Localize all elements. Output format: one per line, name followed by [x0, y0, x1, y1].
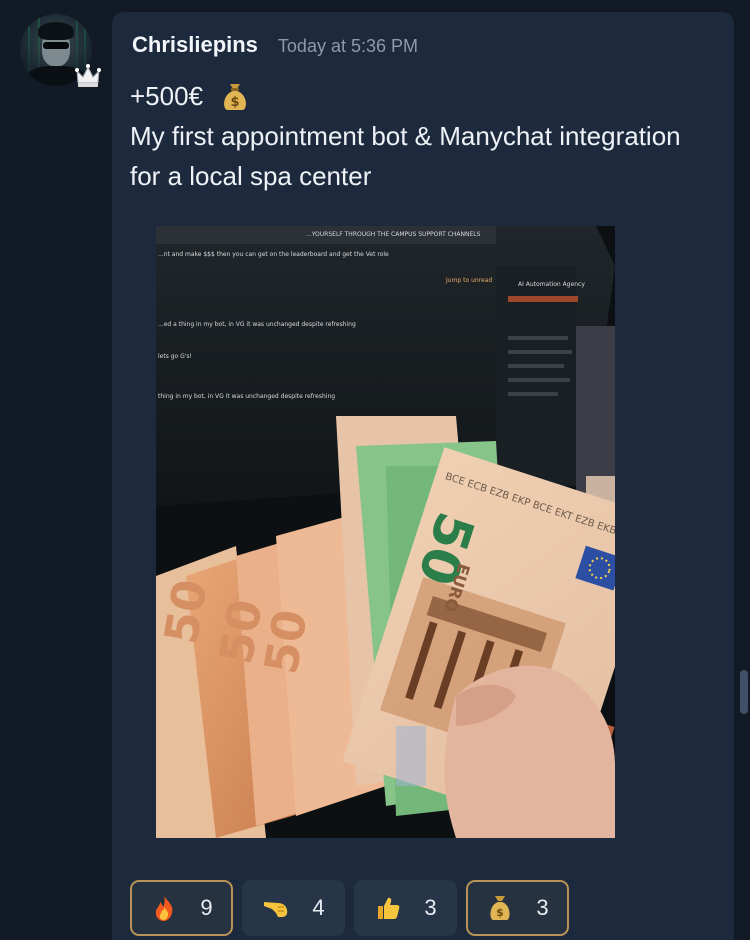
thumbs-up-icon: [374, 894, 402, 922]
message-body: +500€ $ My first appointment bot & Manyc…: [130, 76, 690, 196]
reaction-saluting[interactable]: 4: [242, 880, 345, 936]
message-header: Chrisliepins Today at 5:36 PM: [132, 32, 418, 58]
svg-text:$: $: [497, 906, 505, 919]
reaction-money-bag[interactable]: $ 3: [466, 880, 569, 936]
earnings-amount: +500€: [130, 81, 204, 111]
svg-text:50: 50: [156, 575, 218, 647]
screen-line-3: ...ed a thing in my bot, in VG it was un…: [158, 321, 356, 328]
screen-line-4: lets go G's!: [158, 353, 192, 360]
money-photo-illustration: ...YOURSELF THROUGH THE CAMPUS SUPPORT C…: [156, 226, 615, 838]
reaction-count-money-bag: 3: [536, 895, 549, 920]
message-text: My first appointment bot & Manychat inte…: [130, 121, 681, 191]
reaction-fire[interactable]: 9: [130, 880, 233, 936]
screen-line-1: ...YOURSELF THROUGH THE CAMPUS SUPPORT C…: [306, 231, 481, 238]
crown-icon: [72, 60, 104, 92]
message-card: Chrisliepins Today at 5:36 PM +500€ $ My…: [112, 12, 734, 940]
attached-photo[interactable]: ...YOURSELF THROUGH THE CAMPUS SUPPORT C…: [156, 226, 615, 838]
chat-view: Chrisliepins Today at 5:36 PM +500€ $ My…: [0, 0, 750, 940]
fire-icon: [150, 894, 178, 922]
screen-line-6: Jump to unread: [445, 277, 492, 284]
screen-line-7: AI Automation Agency: [518, 281, 585, 288]
money-bag-reaction-icon: $: [486, 894, 514, 922]
screen-line-5: thing in my bot, in VG it was unchanged …: [158, 393, 335, 400]
money-bag-icon: $: [221, 80, 249, 112]
screen-line-2: ...nt and make $$$ then you can get on t…: [158, 251, 389, 258]
reaction-count-saluting: 4: [312, 895, 325, 920]
user-avatar[interactable]: [20, 14, 101, 87]
svg-text:50: 50: [254, 605, 318, 677]
reaction-bar: 9 4 3 $ 3: [130, 880, 569, 936]
reaction-count-fire: 9: [200, 895, 213, 920]
message-timestamp: Today at 5:36 PM: [277, 36, 419, 56]
author-name[interactable]: Chrisliepins: [132, 32, 258, 58]
saluting-hand-icon: [262, 894, 290, 922]
svg-text:$: $: [231, 95, 240, 110]
reaction-thumbs-up[interactable]: 3: [354, 880, 457, 936]
scrollbar-thumb[interactable]: [740, 670, 748, 714]
reaction-count-thumbs-up: 3: [424, 895, 437, 920]
